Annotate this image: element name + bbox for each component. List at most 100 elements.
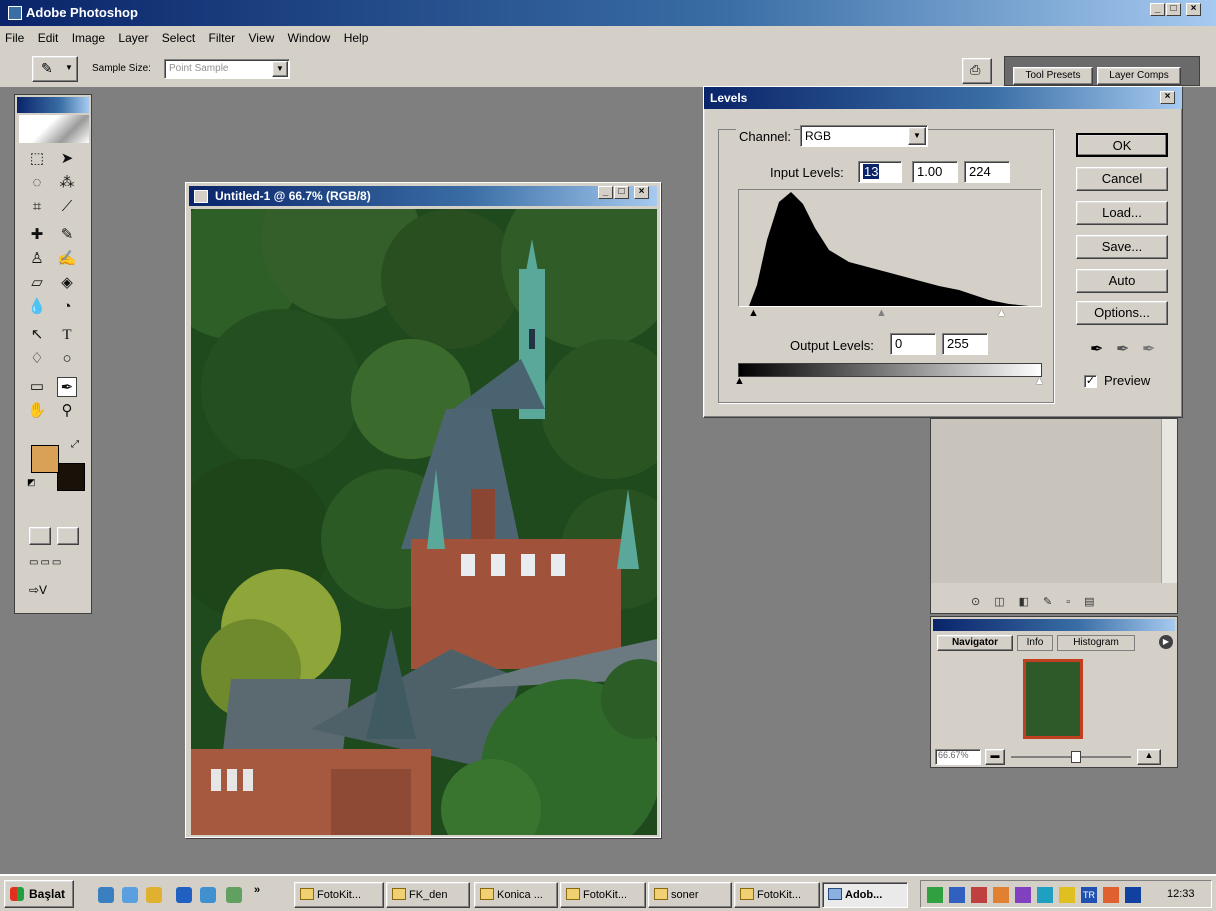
layers-list[interactable]: [931, 419, 1161, 583]
zoom-in-button[interactable]: ▲: [1137, 749, 1161, 765]
network-icon[interactable]: [927, 887, 943, 903]
output-white-slider[interactable]: ▲: [1034, 375, 1045, 387]
dodge-icon[interactable]: ◔: [57, 297, 77, 317]
tab-tool-presets[interactable]: Tool Presets: [1013, 67, 1093, 85]
auto-button[interactable]: Auto: [1076, 269, 1168, 293]
hand-icon[interactable]: ✋: [27, 401, 47, 421]
zoom-slider-thumb[interactable]: [1071, 751, 1081, 763]
quick-mask-button[interactable]: [57, 527, 79, 545]
minimize-button[interactable]: _: [1150, 3, 1165, 16]
pen-icon[interactable]: ♢: [27, 349, 47, 369]
media-icon[interactable]: [146, 887, 162, 903]
zoom-icon[interactable]: ⚲: [57, 401, 77, 421]
palette-menu-icon[interactable]: ▶: [1159, 635, 1173, 649]
close-button[interactable]: ×: [1186, 3, 1201, 16]
sample-size-select[interactable]: Point Sample ▼: [164, 59, 290, 79]
eraser-icon[interactable]: ▱: [27, 273, 47, 293]
tab-info[interactable]: Info: [1017, 635, 1053, 651]
white-eyedropper-icon[interactable]: ✒: [1142, 339, 1155, 359]
menu-layer[interactable]: Layer: [113, 26, 153, 45]
type-icon[interactable]: T: [57, 325, 77, 345]
options-button[interactable]: Options...: [1076, 301, 1168, 325]
quicklaunch-icon[interactable]: [226, 887, 242, 903]
tray-app-icon[interactable]: [1037, 887, 1053, 903]
shape-icon[interactable]: ○: [57, 349, 77, 369]
menu-select[interactable]: Select: [157, 26, 200, 45]
app-title-bar[interactable]: Adobe Photoshop: [0, 0, 1216, 26]
jump-to-imageready-icon[interactable]: ⇨V: [29, 583, 81, 601]
foreground-color-swatch[interactable]: [31, 445, 59, 473]
notes-icon[interactable]: ▭: [27, 377, 47, 397]
levels-title-bar[interactable]: Levels: [704, 87, 1182, 109]
menu-view[interactable]: View: [244, 26, 280, 45]
move-icon[interactable]: ➤: [57, 149, 77, 169]
menu-filter[interactable]: Filter: [204, 26, 241, 45]
magic-wand-icon[interactable]: ⁂: [57, 173, 77, 193]
tray-app-icon[interactable]: [1059, 887, 1075, 903]
menu-file[interactable]: File: [0, 26, 29, 45]
internet-explorer-icon[interactable]: [176, 887, 192, 903]
ok-button[interactable]: OK: [1076, 133, 1168, 157]
clone-stamp-icon[interactable]: ♙: [27, 249, 47, 269]
doc-close-button[interactable]: ×: [634, 186, 649, 199]
menu-help[interactable]: Help: [339, 26, 374, 45]
antivirus-icon[interactable]: [949, 887, 965, 903]
history-brush-icon[interactable]: ✍: [57, 249, 77, 269]
tab-navigator[interactable]: Navigator: [937, 635, 1013, 651]
slice-icon[interactable]: ⟋: [57, 197, 77, 217]
input-black-slider[interactable]: ▲: [748, 307, 759, 319]
doc-minimize-button[interactable]: _: [598, 186, 613, 199]
explorer-icon[interactable]: [122, 887, 138, 903]
screen-mode-icons[interactable]: ▭▭▭: [29, 557, 81, 573]
healing-brush-icon[interactable]: ✚: [27, 225, 47, 245]
tray-app-icon[interactable]: [1015, 887, 1031, 903]
marquee-icon[interactable]: ⬚: [27, 149, 47, 169]
channel-select[interactable]: RGB ▼: [800, 125, 928, 147]
swap-colors-icon[interactable]: ⤢: [71, 439, 79, 450]
levels-close-button[interactable]: ×: [1160, 91, 1175, 104]
paint-bucket-icon[interactable]: ◈: [57, 273, 77, 293]
tray-app-icon[interactable]: [971, 887, 987, 903]
chevron-right-icon[interactable]: »: [254, 884, 260, 896]
taskbar-item[interactable]: Konica ...: [474, 882, 558, 908]
start-button[interactable]: Başlat: [4, 880, 74, 908]
output-white-field[interactable]: 255: [942, 333, 988, 355]
tab-histogram[interactable]: Histogram: [1057, 635, 1135, 651]
layers-scrollbar[interactable]: [1161, 419, 1177, 583]
outlook-icon[interactable]: [200, 887, 216, 903]
path-selection-icon[interactable]: ↖: [27, 325, 47, 345]
taskbar-item[interactable]: FK_den: [386, 882, 470, 908]
show-desktop-icon[interactable]: [98, 887, 114, 903]
navigator-thumbnail[interactable]: [1023, 659, 1083, 739]
blur-icon[interactable]: 💧: [27, 297, 47, 317]
toolbox-title-bar[interactable]: [17, 97, 89, 113]
standard-mode-button[interactable]: [29, 527, 51, 545]
load-button[interactable]: Load...: [1076, 201, 1168, 225]
input-white-field[interactable]: 224: [964, 161, 1010, 183]
layers-toolbar-icons[interactable]: ⊙◫◧✎▫▤: [971, 595, 1171, 611]
brush-icon[interactable]: ✎: [57, 225, 77, 245]
tab-layer-comps[interactable]: Layer Comps: [1097, 67, 1181, 85]
background-color-swatch[interactable]: [57, 463, 85, 491]
bluetooth-icon[interactable]: [1125, 887, 1141, 903]
taskbar-item-active[interactable]: Adob...: [822, 882, 908, 908]
crop-icon[interactable]: ⌗: [27, 197, 47, 217]
language-indicator-icon[interactable]: TR: [1081, 887, 1097, 903]
navigator-title-bar[interactable]: [933, 619, 1175, 631]
taskbar-item[interactable]: FotoKit...: [734, 882, 820, 908]
input-white-slider[interactable]: ▲: [996, 307, 1007, 319]
volume-icon[interactable]: [1103, 887, 1119, 903]
tool-preset-picker[interactable]: ✎ ▼: [32, 56, 78, 82]
taskbar-item[interactable]: FotoKit...: [560, 882, 646, 908]
preview-checkbox[interactable]: ✓: [1084, 375, 1097, 388]
default-colors-icon[interactable]: ◩: [27, 477, 36, 488]
input-black-field[interactable]: 13: [858, 161, 902, 183]
file-browser-button[interactable]: ⎙: [962, 58, 992, 84]
output-black-slider[interactable]: ▲: [734, 375, 745, 387]
input-gamma-field[interactable]: 1.00: [912, 161, 958, 183]
menu-edit[interactable]: Edit: [33, 26, 64, 45]
output-black-field[interactable]: 0: [890, 333, 936, 355]
document-title-bar[interactable]: Untitled-1 @ 66.7% (RGB/8): [189, 186, 657, 206]
maximize-button[interactable]: □: [1166, 3, 1181, 16]
zoom-out-button[interactable]: ▬: [985, 749, 1005, 765]
